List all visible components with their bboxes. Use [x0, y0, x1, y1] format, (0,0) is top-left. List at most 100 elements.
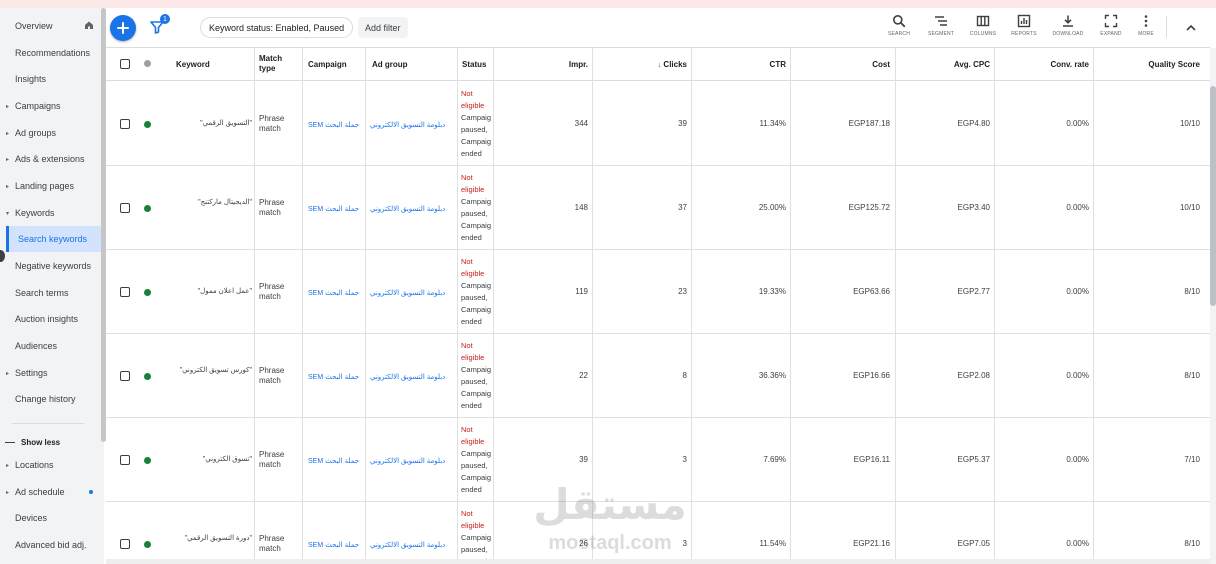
sidebar-item-ad-groups[interactable]: ▸ Ad groups: [0, 120, 100, 146]
row-checkbox[interactable]: [120, 455, 130, 465]
header-ctr[interactable]: CTR: [693, 60, 786, 70]
filter-chip-keyword-status[interactable]: Keyword status: Enabled, Paused: [200, 17, 354, 38]
ad-group-link[interactable]: دبلومة التسويق الالكتروني: [370, 455, 445, 465]
ctr-value: 11.54%: [759, 539, 786, 548]
row-checkbox[interactable]: [120, 539, 130, 549]
sidebar-item-audiences[interactable]: Audiences: [0, 333, 100, 359]
sidebar-item-search-terms[interactable]: Search terms: [0, 280, 100, 306]
caret-right-icon: ▸: [6, 370, 10, 377]
search-tool-button[interactable]: SEARCH: [881, 14, 917, 42]
column-divider: [790, 48, 791, 564]
sidebar-item-keywords[interactable]: ▾ Keywords: [0, 200, 100, 226]
keyword-text[interactable]: "كورس تسويق الكتروني": [166, 366, 252, 376]
enabled-status-dot-icon[interactable]: [144, 205, 151, 212]
status-text[interactable]: NoteligibleCampaigpaused,Campaigended: [461, 256, 493, 328]
ad-group-link[interactable]: دبلومة التسويق الالكتروني: [370, 203, 445, 213]
columns-tool-button[interactable]: COLUMNS: [965, 14, 1001, 42]
header-quality-score[interactable]: Quality Score: [1095, 60, 1200, 70]
row-checkbox[interactable]: [120, 371, 130, 381]
header-status[interactable]: Status: [462, 60, 486, 70]
sidebar-item-search-keywords[interactable]: Search keywords: [6, 226, 104, 252]
caret-right-icon: ▸: [6, 103, 10, 110]
campaign-link[interactable]: SEM حملة البحث: [308, 371, 359, 381]
add-keyword-button[interactable]: [110, 15, 136, 41]
reports-tool-button[interactable]: REPORTS: [1006, 14, 1042, 42]
row-checkbox[interactable]: [120, 203, 130, 213]
sidebar-item-auction-insights[interactable]: Auction insights: [0, 306, 100, 332]
sidebar-item-advanced-bid-adj[interactable]: Advanced bid adj.: [0, 532, 100, 558]
ad-group-link[interactable]: دبلومة التسويق الالكتروني: [370, 287, 445, 297]
expand-tool-button[interactable]: EXPAND: [1093, 14, 1129, 42]
ad-group-link[interactable]: دبلومة التسويق الالكتروني: [370, 119, 445, 129]
match-type: Phrase match: [259, 282, 285, 301]
keyword-text[interactable]: "عمل اعلان ممول": [166, 287, 252, 297]
sidebar-item-label: Ad schedule: [15, 487, 65, 497]
campaign-link[interactable]: SEM حملة البحث: [308, 539, 359, 549]
conv-rate-value: 0.00%: [1066, 455, 1089, 464]
sidebar-item-recommendations[interactable]: Recommendations: [0, 40, 100, 66]
campaign-link[interactable]: SEM حملة البحث: [308, 119, 359, 129]
conv-rate-value: 0.00%: [1066, 203, 1089, 212]
avg-cpc-value: EGP7.05: [957, 539, 990, 548]
header-keyword[interactable]: Keyword: [176, 60, 210, 70]
sidebar-item-overview[interactable]: Overview: [0, 13, 100, 39]
sidebar-item-devices[interactable]: Devices: [0, 505, 100, 531]
column-divider: [457, 48, 458, 564]
chevron-up-icon[interactable]: [1185, 22, 1197, 34]
sidebar-item-negative-keywords[interactable]: Negative keywords: [0, 253, 100, 279]
status-text[interactable]: NoteligibleCampaigpaused,Campaigended: [461, 340, 493, 412]
sidebar-item-insights[interactable]: Insights: [0, 66, 100, 92]
sidebar-item-ads-extensions[interactable]: ▸ Ads & extensions: [0, 146, 100, 172]
sidebar-item-locations[interactable]: ▸ Locations: [0, 452, 100, 478]
header-cost[interactable]: Cost: [792, 60, 890, 70]
status-text[interactable]: NoteligibleCampaigpaused,Campaigended: [461, 172, 493, 244]
status-text[interactable]: NoteligibleCampaigpaused,Campaigended: [461, 424, 493, 496]
status-text[interactable]: NoteligibleCampaigpaused,Campaigended: [461, 508, 493, 564]
campaign-link[interactable]: SEM حملة البحث: [308, 203, 359, 213]
select-all-checkbox[interactable]: [120, 59, 130, 69]
keyword-text[interactable]: "الديجيتال ماركتنج": [166, 198, 252, 208]
status-text[interactable]: NoteligibleCampaigpaused,Campaigended: [461, 88, 493, 160]
header-impr[interactable]: Impr.: [494, 60, 588, 70]
table-row: "الديجيتال ماركتنج" Phrase match SEM حملة …: [106, 166, 1210, 250]
campaign-link[interactable]: SEM حملة البحث: [308, 287, 359, 297]
keyword-text[interactable]: "التسويق الرقمي": [166, 119, 252, 129]
enabled-status-dot-icon[interactable]: [144, 121, 151, 128]
impr-value: 344: [574, 119, 588, 128]
header-match-type[interactable]: Match type: [259, 54, 299, 74]
enabled-status-dot-icon[interactable]: [144, 457, 151, 464]
header-campaign[interactable]: Campaign: [308, 60, 347, 70]
sidebar-item-settings[interactable]: ▸ Settings: [0, 360, 100, 386]
header-avg-cpc[interactable]: Avg. CPC: [896, 60, 990, 70]
segment-tool-button[interactable]: SEGMENT: [923, 14, 959, 42]
sidebar-item-label: Change history: [15, 394, 76, 404]
ad-group-link[interactable]: دبلومة التسويق الالكتروني: [370, 539, 445, 549]
expand-icon: [1104, 14, 1118, 28]
sidebar-item-ad-schedule[interactable]: ▸ Ad schedule: [0, 479, 100, 505]
row-checkbox[interactable]: [120, 119, 130, 129]
sidebar-item-landing-pages[interactable]: ▸ Landing pages: [0, 173, 100, 199]
sidebar-divider: [12, 423, 84, 424]
table-vertical-scrollbar[interactable]: [1210, 48, 1216, 564]
table-row: "كورس تسويق الكتروني" Phrase match SEM حمل…: [106, 334, 1210, 418]
enabled-status-dot-icon[interactable]: [144, 373, 151, 380]
header-ad-group[interactable]: Ad group: [372, 60, 408, 70]
enabled-status-dot-icon[interactable]: [144, 541, 151, 548]
header-conv-rate[interactable]: Conv. rate: [996, 60, 1089, 70]
sidebar-item-campaigns[interactable]: ▸ Campaigns: [0, 93, 100, 119]
ad-group-link[interactable]: دبلومة التسويق الالكتروني: [370, 371, 445, 381]
sidebar-item-change-history[interactable]: Change history: [0, 386, 100, 412]
download-tool-button[interactable]: DOWNLOAD: [1050, 14, 1086, 42]
enabled-status-dot-icon[interactable]: [144, 289, 151, 296]
keyword-text[interactable]: "تسوق الكتروني": [166, 455, 252, 465]
row-checkbox[interactable]: [120, 287, 130, 297]
show-less-button[interactable]: Show less: [0, 432, 100, 452]
keyword-text[interactable]: "دورة التسويق الرقمي": [166, 534, 252, 544]
more-tool-button[interactable]: MORE: [1128, 14, 1164, 42]
add-filter-button[interactable]: Add filter: [358, 17, 408, 38]
sidebar-item-label: Search keywords: [18, 234, 88, 244]
header-clicks[interactable]: ↓ Clicks: [594, 60, 687, 70]
campaign-link[interactable]: SEM حملة البحث: [308, 455, 359, 465]
status-header-dot-icon: [144, 60, 151, 67]
scrollbar-thumb[interactable]: [1210, 86, 1216, 306]
